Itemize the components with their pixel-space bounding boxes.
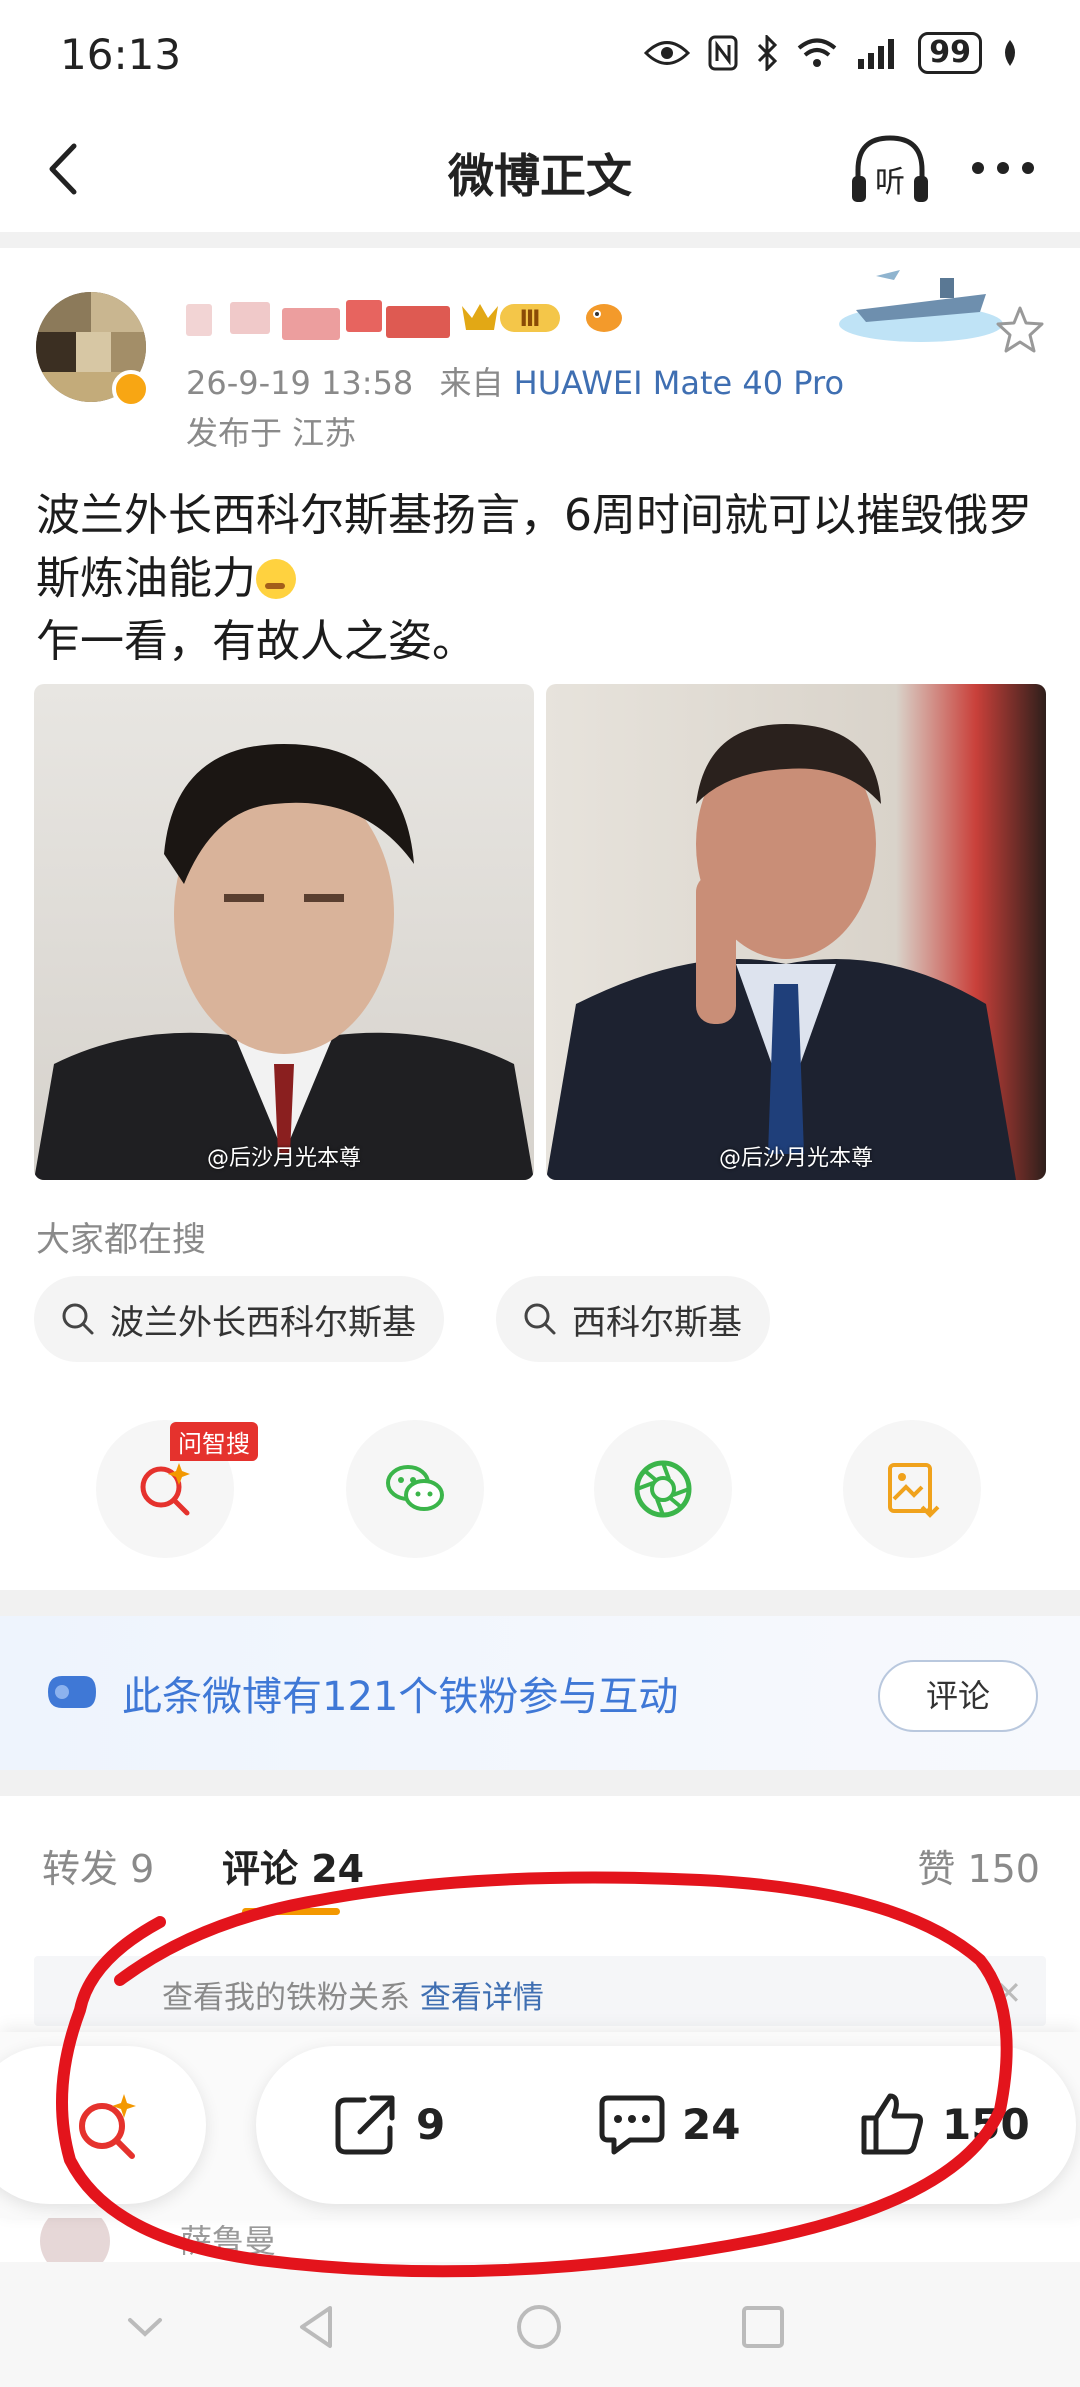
post-image-1[interactable]: @后沙月光本尊 — [34, 684, 534, 1180]
wechat-share-button[interactable] — [346, 1420, 484, 1558]
post-body: 波兰外长西科尔斯基扬言，6周时间就可以摧毁俄罗斯炼油能力 乍一看，有故人之姿。 — [36, 484, 1046, 673]
post-timestamp: 26-9-19 13:58 — [186, 364, 414, 402]
bluetooth-icon — [758, 35, 778, 71]
post-source-prefix: 来自 — [439, 364, 504, 402]
post-card: Ⅲ 26-9-19 13:58 来自 HUAWEI Mate 40 Pro 发布… — [0, 248, 1080, 1590]
fan-relation-link[interactable]: 查看详情 — [420, 1980, 544, 2016]
collapse-chevron-icon[interactable] — [118, 2300, 172, 2354]
status-time: 16:13 — [60, 30, 182, 79]
moments-aperture-icon — [634, 1460, 692, 1518]
top-nav: 微博正文 听 — [0, 110, 1080, 232]
vip-level-text: Ⅲ — [520, 307, 541, 332]
ai-search-icon — [79, 2094, 136, 2159]
ai-search-icon — [140, 1463, 190, 1516]
nfc-icon — [708, 35, 738, 71]
status-bar: 16:13 99 — [0, 0, 1080, 110]
post-device[interactable]: HUAWEI Mate 40 Pro — [514, 364, 844, 402]
thumbs-up-icon — [861, 2093, 923, 2155]
eye-icon — [644, 41, 691, 65]
image-watermark-2: @后沙月光本尊 — [718, 1146, 873, 1171]
comment-count: 24 — [682, 2099, 741, 2149]
save-image-icon — [888, 1463, 940, 1518]
more-options-icon[interactable] — [968, 148, 1038, 188]
trending-search-title: 大家都在搜 — [36, 1220, 206, 1260]
vip-level-badge-icon: Ⅲ — [462, 304, 560, 332]
aircraft-carrier-decoration-icon — [839, 270, 1003, 342]
listen-label: 听 — [875, 165, 905, 200]
search-chip-1[interactable]: 波兰外长西科尔斯基 — [34, 1276, 444, 1362]
comment-action[interactable]: 24 — [596, 2088, 740, 2160]
fan-relation-text: 查看我的铁粉关系 查看详情 — [162, 1980, 544, 2016]
repost-action[interactable]: 9 — [330, 2088, 445, 2160]
wechat-icon — [386, 1465, 444, 1511]
moments-share-button[interactable] — [594, 1420, 732, 1558]
fans-comment-button[interactable]: 评论 — [878, 1660, 1038, 1732]
fans-banner-text: 此条微博有121个铁粉参与互动 — [122, 1674, 679, 1720]
search-chip-2[interactable]: 西科尔斯基 — [496, 1276, 770, 1362]
active-tab-indicator — [242, 1908, 340, 1915]
close-icon[interactable]: ✕ — [995, 1974, 1022, 2012]
fan-relation-notice[interactable]: 查看我的铁粉关系 查看详情 ✕ — [34, 1956, 1046, 2026]
home-circle-icon[interactable] — [512, 2300, 566, 2354]
verified-badge-icon — [112, 370, 150, 408]
image-watermark-1: @后沙月光本尊 — [206, 1146, 361, 1171]
repost-share-icon — [335, 2095, 395, 2155]
status-icons: 99 — [644, 32, 1020, 74]
portrait-illustration-2 — [546, 724, 1016, 1180]
search-icon — [62, 1303, 94, 1335]
listen-headphones-icon[interactable]: 听 — [848, 130, 932, 210]
fish-badge-icon — [586, 304, 622, 332]
ai-search-float-button[interactable] — [0, 2046, 206, 2204]
save-image-button[interactable] — [843, 1420, 981, 1558]
search-icon — [524, 1303, 556, 1335]
ai-search-tag: 问智搜 — [170, 1422, 258, 1461]
tab-like[interactable]: 赞 150 — [917, 1838, 1040, 1893]
wifi-icon — [797, 38, 837, 67]
bottom-action-bar: 9 24 150 — [0, 2032, 1080, 2218]
post-text-line1: 波兰外长西科尔斯基扬言，6周时间就可以摧毁俄罗斯炼油能力 — [36, 490, 1032, 604]
comment-bubble-icon — [599, 2095, 665, 2155]
tab-comment[interactable]: 评论 24 — [222, 1838, 364, 1893]
portrait-illustration-1 — [34, 744, 534, 1180]
shush-emoji-icon — [256, 559, 296, 599]
post-meta: 26-9-19 13:58 来自 HUAWEI Mate 40 Pro — [186, 358, 844, 404]
tab-repost[interactable]: 转发 9 — [42, 1838, 154, 1893]
fans-interaction-banner[interactable]: 此条微博有121个铁粉参与互动 评论 — [0, 1616, 1080, 1770]
system-nav-bar — [0, 2262, 1080, 2387]
action-pill: 9 24 150 — [256, 2046, 1076, 2204]
leaf-icon — [1005, 40, 1015, 66]
post-location: 发布于 江苏 — [186, 414, 357, 452]
post-image-2[interactable]: @后沙月光本尊 — [546, 684, 1046, 1180]
repost-count: 9 — [416, 2099, 446, 2149]
signal-icon — [858, 39, 895, 69]
like-count: 150 — [942, 2099, 1030, 2149]
post-text-line2: 乍一看，有故人之姿。 — [36, 616, 476, 667]
commenter-name[interactable]: 萨鲁曼 — [180, 2216, 276, 2262]
favorite-star-icon[interactable] — [994, 304, 1046, 356]
recents-square-icon[interactable] — [736, 2300, 790, 2354]
battery-indicator: 99 — [918, 32, 982, 74]
fans-badge-icon — [48, 1676, 96, 1708]
back-triangle-icon[interactable] — [290, 2300, 344, 2354]
search-chip-2-label: 西科尔斯基 — [572, 1302, 742, 1343]
search-chip-1-label: 波兰外长西科尔斯基 — [110, 1302, 416, 1343]
like-action[interactable]: 150 — [856, 2088, 1030, 2160]
